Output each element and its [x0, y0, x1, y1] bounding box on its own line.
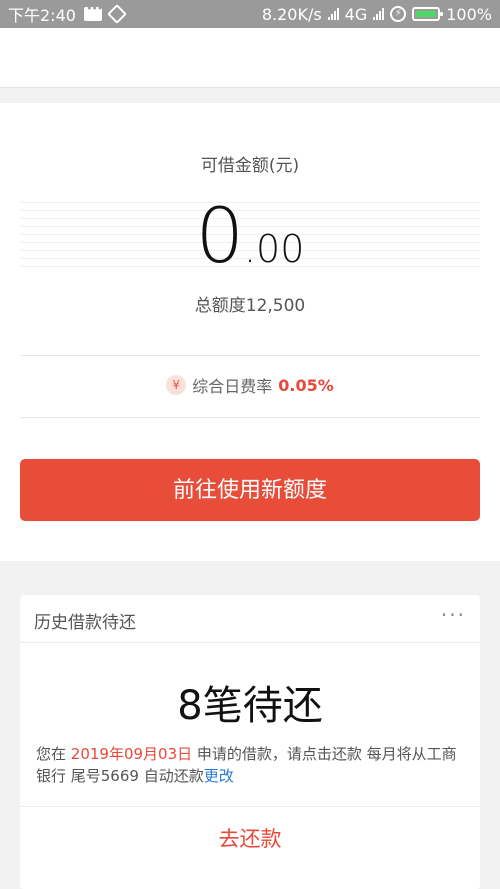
divider-bottom — [20, 417, 480, 418]
desc-prefix: 您在 — [36, 745, 71, 763]
status-bar: 下午2:40 8.20K/s 4G ⚡ 100% — [0, 0, 500, 28]
repayment-description: 您在 2019年09月03日 申请的借款，请点击还款 每月将从工商银行 尾号56… — [36, 743, 468, 787]
daily-rate-row: ¥ 综合日费率 0.05% — [0, 373, 500, 397]
history-title: 历史借款待还 — [34, 613, 136, 633]
status-right: 8.20K/s 4G ⚡ 100% — [262, 5, 492, 24]
history-loans-card: 历史借款待还 ··· 8笔待还 您在 2019年09月03日 申请的借款，请点击… — [20, 595, 480, 889]
available-amount: 0.00 — [0, 191, 500, 280]
amount-card: 可借金额(元) 0.00 总额度12,500 ¥ 综合日费率 0.05% 前往使用… — [0, 103, 500, 561]
network-speed: 8.20K/s — [261, 4, 322, 24]
app-header — [0, 28, 500, 88]
battery-level: 100% — [446, 4, 492, 24]
yen-icon: ¥ — [166, 375, 187, 395]
use-new-limit-button[interactable]: 前往使用新额度 — [20, 459, 480, 521]
available-amount-label: 可借金额(元) — [200, 156, 300, 176]
battery-icon — [412, 7, 444, 21]
more-options-icon[interactable]: ··· — [441, 603, 466, 627]
total-limit-value: 12,500 — [245, 296, 306, 316]
pending-repayment-count: 8笔待还 — [177, 683, 323, 729]
change-link[interactable]: 更改 — [204, 767, 234, 785]
status-time: 下午2:40 — [8, 6, 76, 25]
daily-rate-label: 综合日费率 — [192, 377, 273, 396]
loan-date: 2019年09月03日 — [70, 745, 193, 763]
message-icon — [83, 2, 102, 21]
daily-rate-value: 0.05% — [278, 375, 334, 395]
signal-icon-2 — [373, 8, 385, 20]
divider-top — [20, 355, 480, 356]
status-left: 下午2:40 — [8, 2, 127, 26]
history-divider — [20, 806, 480, 807]
total-limit: 总额度12,500 — [0, 291, 500, 316]
repay-button[interactable]: 去还款 — [20, 823, 480, 853]
app-notification-icon — [107, 4, 127, 24]
charging-icon: ⚡ — [390, 6, 407, 22]
total-limit-label: 总额度 — [194, 296, 246, 316]
amount-decimal: .00 — [243, 227, 305, 271]
network-type: 4G — [344, 4, 368, 24]
history-header: 历史借款待还 ··· — [20, 595, 480, 643]
amount-integer: 0 — [195, 191, 244, 280]
signal-icon — [327, 8, 339, 20]
